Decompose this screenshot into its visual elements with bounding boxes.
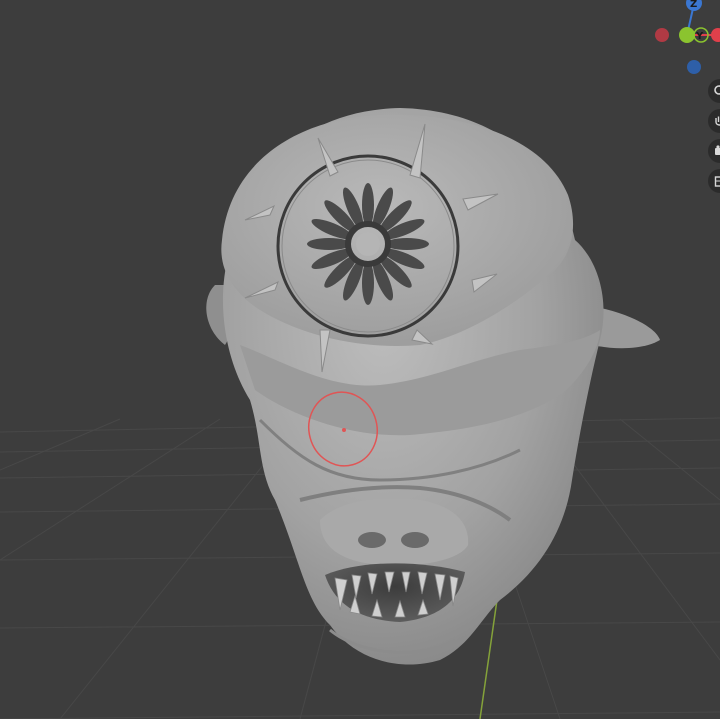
gizmo-x-negative[interactable]	[655, 28, 669, 42]
navigation-gizmo[interactable]: Z Y	[655, 0, 720, 74]
viewport-scene[interactable]: Z Y	[0, 0, 720, 719]
perspective-toggle-icon	[714, 176, 720, 187]
gizmo-x-axis[interactable]	[711, 28, 720, 42]
gizmo-z-label: Z	[690, 0, 697, 10]
emblem-petal	[307, 238, 351, 250]
pan-hand-icon	[715, 116, 720, 126]
3d-viewport[interactable]: Z Y	[0, 0, 720, 719]
camera-view-icon	[715, 145, 720, 155]
snout	[320, 498, 469, 566]
gizmo-y-label: Y	[695, 31, 704, 42]
emblem-petal	[362, 183, 374, 227]
sculpted-creature-head[interactable]	[206, 108, 660, 665]
gizmo-y-axis[interactable]	[679, 27, 695, 43]
emblem-petal	[362, 261, 374, 305]
gizmo-z-negative[interactable]	[687, 60, 701, 74]
zoom-icon	[714, 85, 720, 95]
emblem-petal	[385, 238, 429, 250]
